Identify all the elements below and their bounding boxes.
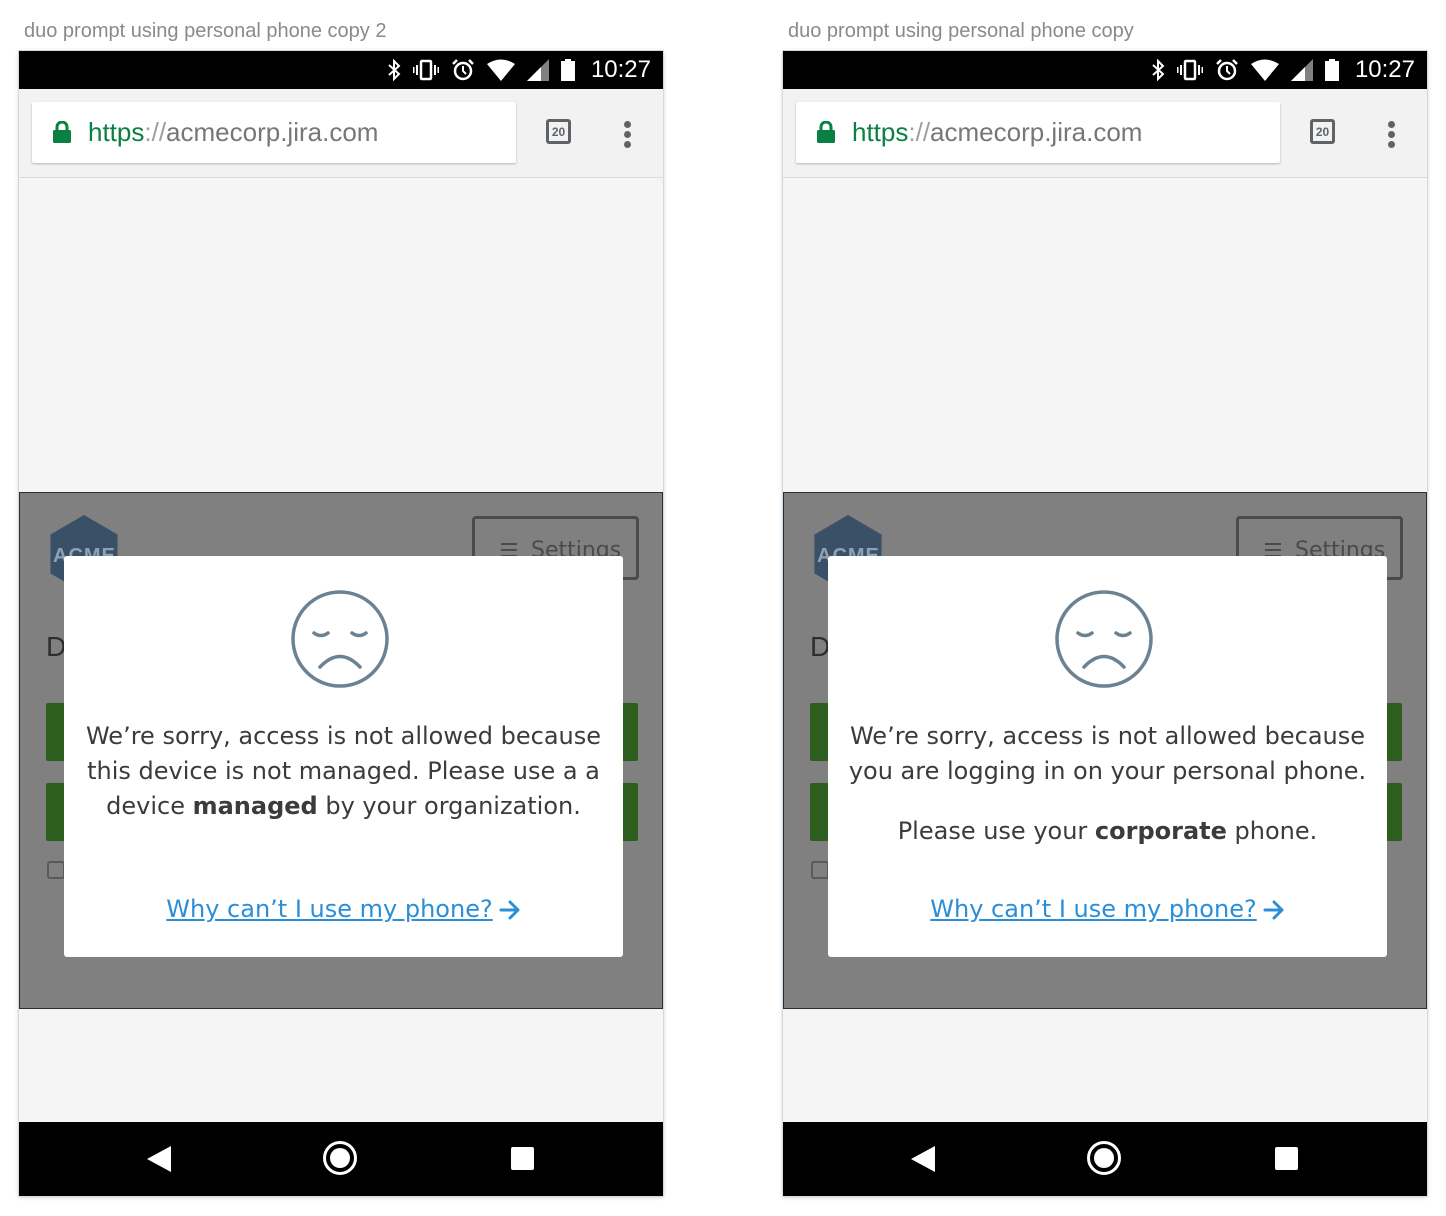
help-link[interactable]: Why can’t I use my phone? xyxy=(64,891,623,927)
overflow-menu-icon[interactable] xyxy=(617,121,637,148)
android-nav-bar xyxy=(19,1122,663,1196)
android-nav-bar xyxy=(783,1122,1427,1196)
status-time: 10:27 xyxy=(590,56,651,83)
battery-icon xyxy=(561,59,575,81)
arrow-right-icon xyxy=(1263,900,1284,920)
error-message: We’re sorry, access is not allowed becau… xyxy=(848,722,1367,785)
wifi-icon xyxy=(1251,59,1279,81)
url-host: acmecorp.jira.com xyxy=(930,117,1143,147)
recents-icon[interactable] xyxy=(1275,1147,1298,1170)
browser-toolbar: https://acmecorp.jira.com 20 xyxy=(783,89,1427,178)
tab-switcher-button[interactable]: 20 xyxy=(1310,119,1335,144)
address-bar[interactable]: https://acmecorp.jira.com xyxy=(796,102,1280,163)
tab-switcher-button[interactable]: 20 xyxy=(546,119,571,144)
sad-face-icon xyxy=(291,590,389,688)
address-bar[interactable]: https://acmecorp.jira.com xyxy=(32,102,516,163)
instruction-message: Please use your corporate phone. xyxy=(897,817,1318,845)
url-scheme: https xyxy=(852,117,909,147)
recents-icon[interactable] xyxy=(511,1147,534,1170)
vibrate-icon xyxy=(413,59,439,81)
url-text: https://acmecorp.jira.com xyxy=(852,114,1142,150)
url-separator: :// xyxy=(144,117,167,147)
url-host: acmecorp.jira.com xyxy=(166,117,379,147)
background-checkbox xyxy=(811,861,829,879)
lock-icon xyxy=(817,121,835,143)
emphasis-text: managed xyxy=(192,792,318,820)
alarm-icon xyxy=(1216,59,1238,81)
back-icon[interactable] xyxy=(147,1146,171,1172)
url-scheme: https xyxy=(88,117,145,147)
url-separator: :// xyxy=(908,117,931,147)
access-denied-dialog: We’re sorry, access is not allowed becau… xyxy=(828,556,1387,957)
background-checkbox xyxy=(47,861,65,879)
bluetooth-icon xyxy=(388,59,401,81)
wifi-icon xyxy=(487,59,515,81)
artboard-title: duo prompt using personal phone copy xyxy=(788,20,1134,42)
status-time: 10:27 xyxy=(1354,56,1415,83)
help-link[interactable]: Why can’t I use my phone? xyxy=(828,891,1387,927)
arrow-right-icon xyxy=(499,900,520,920)
home-icon[interactable] xyxy=(323,1141,357,1175)
alarm-icon xyxy=(452,59,474,81)
lock-icon xyxy=(53,121,71,143)
status-bar: 10:27 xyxy=(19,51,663,89)
artboard-title: duo prompt using personal phone copy 2 xyxy=(24,20,387,42)
phone-screen: 10:27 https://acmecorp.jira.com 20 ACME … xyxy=(19,51,663,1196)
status-bar: 10:27 xyxy=(783,51,1427,89)
browser-toolbar: https://acmecorp.jira.com 20 xyxy=(19,89,663,178)
battery-icon xyxy=(1325,59,1339,81)
home-icon[interactable] xyxy=(1087,1141,1121,1175)
url-text: https://acmecorp.jira.com xyxy=(88,114,378,150)
emphasis-text: corporate xyxy=(1094,817,1227,845)
sad-face-icon xyxy=(1055,590,1153,688)
bluetooth-icon xyxy=(1152,59,1165,81)
signal-icon xyxy=(527,59,549,81)
overflow-menu-icon[interactable] xyxy=(1381,121,1401,148)
access-denied-dialog: We’re sorry, access is not allowed becau… xyxy=(64,556,623,957)
error-message: We’re sorry, access is not allowed becau… xyxy=(85,722,601,820)
signal-icon xyxy=(1291,59,1313,81)
page-content: ACME Settings D We’re sorry, access is n… xyxy=(783,178,1427,1122)
vibrate-icon xyxy=(1177,59,1203,81)
phone-screen: 10:27 https://acmecorp.jira.com 20 ACME … xyxy=(783,51,1427,1196)
back-icon[interactable] xyxy=(911,1146,935,1172)
page-content: ACME Settings D We’re sorry, access is n… xyxy=(19,178,663,1122)
